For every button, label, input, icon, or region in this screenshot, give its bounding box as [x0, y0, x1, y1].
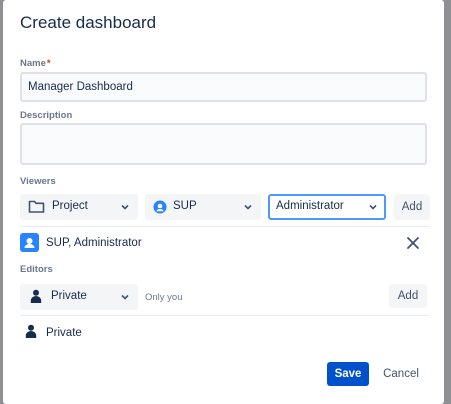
project-avatar-icon [153, 200, 167, 214]
name-input-value: Manager Dashboard [28, 81, 133, 93]
project-avatar-icon [20, 233, 39, 252]
editor-select[interactable]: Private [20, 284, 138, 310]
viewer-entry-label: SUP, Administrator [46, 237, 142, 249]
chevron-down-icon [369, 204, 377, 210]
dialog-title: Create dashboard [20, 13, 157, 32]
divider [20, 315, 430, 316]
viewers-label: Viewers [20, 176, 56, 187]
editor-select-value: Private [51, 290, 87, 302]
divider [20, 226, 430, 227]
description-label: Description [20, 110, 73, 121]
cancel-button[interactable]: Cancel [377, 362, 425, 386]
remove-viewer-close-icon[interactable] [406, 236, 420, 250]
viewer-role-select[interactable]: Administrator [268, 194, 386, 220]
viewer-type-select[interactable]: Project [20, 194, 138, 220]
save-button[interactable]: Save [327, 362, 369, 386]
folder-icon [28, 200, 45, 213]
name-input[interactable]: Manager Dashboard [20, 72, 427, 102]
viewer-project-select[interactable]: SUP [145, 194, 261, 220]
editors-add-button[interactable]: Add [389, 284, 427, 308]
chevron-down-icon [121, 294, 129, 300]
viewers-add-button[interactable]: Add [394, 194, 430, 220]
name-label: Name* [20, 58, 51, 69]
required-mark: * [46, 58, 51, 69]
editor-entry-label: Private [46, 327, 82, 339]
chevron-down-icon [244, 204, 252, 210]
create-dashboard-dialog: Create dashboard Name* Manager Dashboard… [3, 0, 444, 404]
description-input[interactable] [20, 123, 427, 165]
chevron-down-icon [121, 204, 129, 210]
viewer-type-value: Project [52, 200, 88, 212]
person-icon [25, 324, 37, 338]
person-icon [30, 289, 42, 303]
editor-helper-text: Only you [145, 292, 183, 303]
viewer-project-value: SUP [173, 200, 197, 212]
viewer-role-value: Administrator [276, 200, 344, 212]
editors-label: Editors [20, 264, 53, 275]
